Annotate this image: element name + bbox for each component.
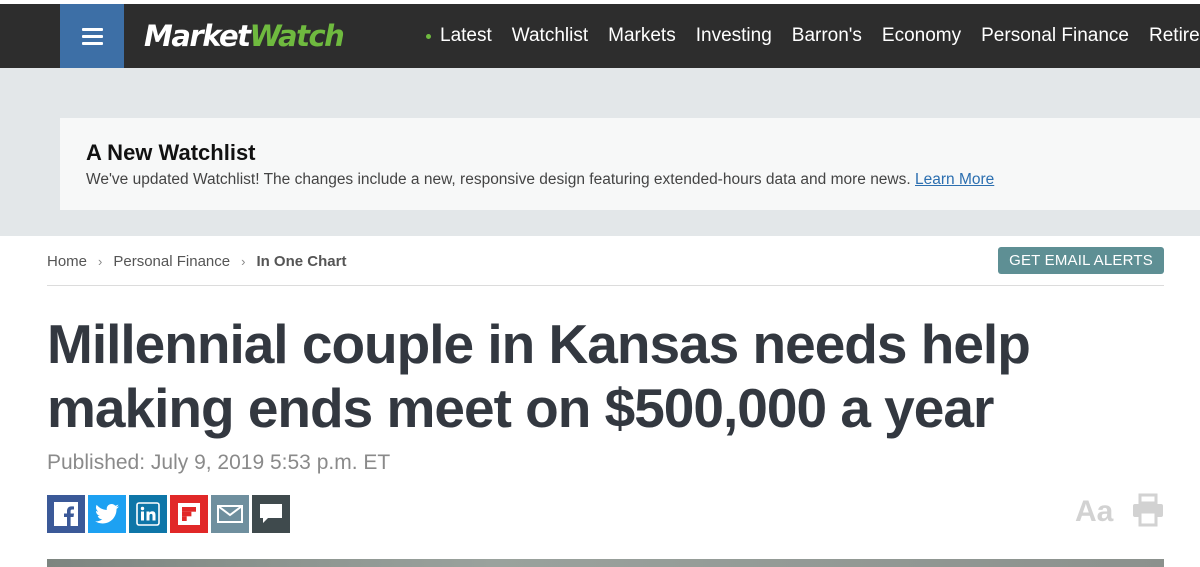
linkedin-share-button[interactable] — [129, 495, 167, 533]
comment-icon — [260, 504, 282, 523]
watchlist-notice: A New Watchlist We've updated Watchlist!… — [60, 118, 1200, 210]
notice-title: A New Watchlist — [86, 140, 256, 165]
twitter-share-button[interactable] — [88, 495, 126, 533]
chevron-right-icon: › — [98, 253, 103, 269]
nav-watchlist[interactable]: Watchlist — [512, 25, 588, 47]
email-share-button[interactable] — [211, 495, 249, 533]
announcement-band: A New Watchlist We've updated Watchlist!… — [0, 68, 1200, 236]
nav-latest[interactable]: Latest — [440, 25, 492, 47]
hero-image — [47, 559, 1164, 567]
comments-button[interactable] — [252, 495, 290, 533]
breadcrumb-home[interactable]: Home — [47, 253, 87, 270]
published-timestamp: Published: July 9, 2019 5:53 p.m. ET — [47, 451, 391, 474]
flipboard-icon — [178, 503, 200, 525]
breadcrumb: Home › Personal Finance › In One Chart — [47, 252, 346, 270]
top-navigation-bar: MarketWatch Latest Watchlist Markets Inv… — [0, 4, 1200, 68]
nav-investing[interactable]: Investing — [696, 25, 772, 47]
live-dot-icon — [426, 33, 431, 39]
email-icon — [217, 505, 243, 523]
facebook-share-button[interactable] — [47, 495, 85, 533]
nav-retirement[interactable]: Retirement — [1149, 25, 1200, 47]
share-buttons — [47, 495, 290, 533]
main-nav: Latest Watchlist Markets Investing Barro… — [426, 4, 1200, 68]
facebook-icon — [54, 502, 78, 526]
flipboard-share-button[interactable] — [170, 495, 208, 533]
learn-more-link[interactable]: Learn More — [915, 171, 994, 188]
chevron-right-icon: › — [241, 253, 246, 269]
linkedin-icon — [136, 502, 160, 526]
nav-markets[interactable]: Markets — [608, 25, 676, 47]
breadcrumb-personal-finance[interactable]: Personal Finance — [113, 253, 230, 270]
twitter-icon — [95, 504, 119, 524]
text-size-button[interactable]: Aa — [1075, 495, 1113, 529]
get-email-alerts-button[interactable]: GET EMAIL ALERTS — [998, 247, 1164, 274]
divider — [47, 285, 1164, 286]
notice-text: We've updated Watchlist! The changes inc… — [86, 171, 995, 188]
nav-economy[interactable]: Economy — [882, 25, 961, 47]
article-headline: Millennial couple in Kansas needs help m… — [47, 313, 1031, 439]
print-icon[interactable] — [1131, 493, 1165, 527]
breadcrumb-in-one-chart[interactable]: In One Chart — [256, 253, 346, 270]
menu-icon — [81, 27, 103, 31]
nav-barrons[interactable]: Barron's — [792, 25, 862, 47]
nav-personal-finance[interactable]: Personal Finance — [981, 25, 1129, 47]
hamburger-menu-button[interactable] — [60, 4, 124, 68]
marketwatch-logo[interactable]: MarketWatch — [144, 16, 345, 56]
